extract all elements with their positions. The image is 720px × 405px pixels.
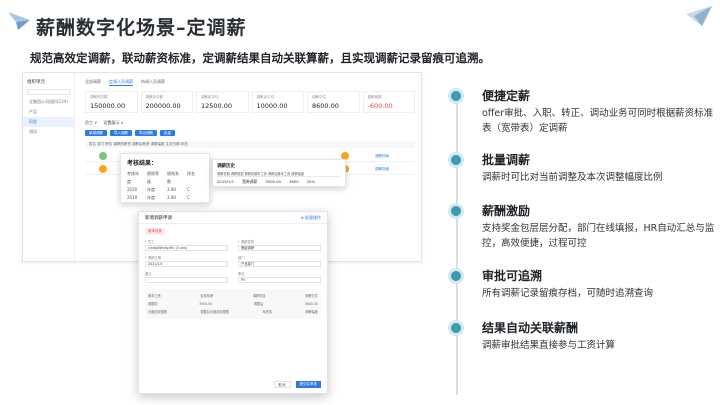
table-header: 姓名 部门 职位 调薪前薪资 调薪后薪资 调整幅度 生效日期 状态: [85, 141, 415, 148]
feature-desc: offer审批、入职、转正、调动业务可同时根据薪资标准表（宽带表）定调薪: [482, 108, 714, 134]
tab-pending[interactable]: 待调人员调薪: [141, 79, 165, 86]
row-link[interactable]: 调薪档案: [375, 167, 389, 172]
kpi-card: 调薪后平均 10000.00: [251, 91, 304, 113]
review-table: 考核年度 绩效等级 绩效系数 排名 2020 年度 3.90 C 2019 年度…: [127, 170, 203, 202]
kpi-card: 调薪中位 8600.00: [307, 91, 360, 113]
import-button[interactable]: 导入调薪: [110, 130, 132, 136]
review-row: 2020 年度 3.90 C: [127, 187, 190, 192]
kpi-card: 调薪差额 -600.00: [362, 91, 415, 113]
kpi-card: 调薪前总额 150000.00: [85, 91, 138, 113]
row-link[interactable]: 调薪档案: [375, 154, 389, 159]
salary-items-table: 基本工资 目标年薪 调薪项目 调薪方式 调整前 3000.00 调整后 3600…: [145, 289, 321, 319]
add-adjust-button[interactable]: 新增调薪: [85, 130, 107, 136]
mock-tabs: 全部调薪 定调人员调薪 待调人员调薪: [85, 79, 165, 86]
sidebar-item-test[interactable]: 测试: [23, 127, 74, 137]
table-row: 基本工资 目标年薪 调薪项目 调薪方式: [148, 294, 318, 298]
feature-title: 批量调薪: [482, 153, 531, 167]
new-adjust-dialog: 新增调薪申请 ⊕ 批量操作 基本信息 * 员工 Linda(Windy.dh) (…: [138, 211, 328, 394]
review-row: 2019 年度 3.90 C: [127, 195, 190, 200]
dialog-title: 新增调薪申请: [145, 216, 172, 221]
employee-field: * 员工 Linda(Windy.dh) (3 ons): [145, 239, 228, 251]
adjust-type-field: * 调薪类型 晋级调薪: [238, 239, 321, 251]
feature-desc: 调薪审批结果直接参与工资计算: [482, 340, 616, 351]
avatar: [99, 152, 107, 160]
batch-button[interactable]: 批量: [160, 130, 175, 136]
display-setting[interactable]: 设置展示 ∨: [103, 120, 123, 126]
kpi-row: 调薪前总额 150000.00 调薪后总额 200000.00 调薪前平均 12500…: [85, 91, 415, 113]
sidebar-item-rd[interactable]: 研发: [23, 117, 74, 127]
table-row: 调整前 3000.00 调整后 3600.00: [148, 302, 318, 306]
filter-line: 员工 ∨ 设置展示 ∨: [85, 120, 123, 126]
feature-desc: 支持奖金包层层分配，部门在线填报，HR自动汇总与监控，高效便捷，过程可控: [482, 223, 715, 249]
tab-all[interactable]: 全部调薪: [85, 79, 101, 86]
action-buttons: 新增调薪 导入调薪 导出调薪 批量: [85, 130, 175, 136]
sidebar-item-product[interactable]: 产品: [23, 107, 74, 117]
employee-filter[interactable]: 员工 ∨: [85, 120, 97, 126]
feature-title: 结果自动关联薪酬: [482, 321, 579, 335]
feature-title: 审批可追溯: [482, 269, 543, 283]
feature-desc: 调薪时可比对当前调整及本次调整幅度比例: [482, 172, 663, 183]
review-result-popup: 考核结果： 考核年度 绩效等级 绩效系数 排名 2020 年度 3.90 C 2…: [120, 153, 210, 203]
adjust-popup-title: 调薪历史: [217, 164, 235, 169]
review-popup-title: 考核结果：: [127, 160, 158, 167]
adjust-date-field: * 调薪日期 2021/1/1: [145, 255, 228, 267]
adjust-popup-row: 2019/1/1 宽带调薪 3000.00 3600 20%: [217, 179, 316, 184]
kpi-card: 调薪后总额 200000.00: [140, 91, 193, 113]
feature-title: 薪酬激励: [482, 204, 531, 218]
feature-title: 便捷定薪: [482, 89, 531, 103]
dialog-body: 基本信息 * 员工 Linda(Windy.dh) (3 ons) * 调薪类型晋…: [145, 228, 321, 319]
timeline-line: [456, 95, 458, 395]
dialog-header: 新增调薪申请 ⊕ 批量操作: [139, 212, 327, 224]
timeline-dot-icon: [448, 203, 464, 219]
remark-field: 备注: [145, 271, 228, 283]
page-title: 薪酬数字化场景–定调薪: [36, 17, 247, 39]
avatar: [99, 165, 107, 173]
paper-plane-logo-icon: [8, 12, 30, 30]
table-row: 月度绩效基数 调整后月度绩效基数 年终奖 调薪幅度: [148, 310, 318, 314]
feature-desc: 所有调薪记录留痕存档，可随时追溯查询: [482, 288, 654, 299]
dialog-form: * 员工 Linda(Windy.dh) (3 ons) * 调薪类型 晋级调薪 *…: [145, 239, 321, 283]
timeline-dot-icon: [448, 320, 464, 336]
dialog-footer: 取消 提交并审批: [273, 381, 321, 388]
tab-fixed[interactable]: 定调人员调薪: [109, 79, 133, 86]
sidebar-item-group[interactable]: 全集团公司组织(234): [23, 97, 74, 107]
submit-approve-button[interactable]: 提交并审批: [295, 381, 321, 388]
timeline-dot-icon: [448, 268, 464, 284]
corner-paper-plane-icon: [686, 6, 712, 26]
cancel-button[interactable]: 取消: [273, 381, 291, 388]
sidebar-search-input[interactable]: [27, 89, 70, 95]
page-subtitle: 规范高效定调薪，联动薪资标准，定调薪结果自动关联算薪，且实现调薪记录留痕可追溯。: [30, 51, 490, 65]
org-sidebar: 组织单元 全集团公司组织(234) 产品 研发 测试: [23, 73, 75, 261]
title-bar: 薪酬数字化场景–定调薪: [6, 8, 326, 40]
department-field: 部门 产品部门: [238, 255, 321, 267]
adjust-history-popup: 调薪历史 调薪日期 调薪类型 调薪前基本工资 调薪后基本工资 调薪幅度 2019…: [212, 159, 346, 187]
review-header-row: 考核年度 绩效等级 绩效系数 排名: [127, 171, 195, 184]
export-button[interactable]: 导出调薪: [135, 130, 157, 136]
timeline-dot-icon: [448, 88, 464, 104]
position-field: 职位 P5: [238, 271, 321, 283]
timeline-dot-icon: [448, 152, 464, 168]
section-tag: 基本信息: [145, 228, 165, 235]
adjust-popup-header: 调薪日期 调薪类型 调薪前基本工资 调薪后基本工资 调薪幅度: [217, 171, 341, 177]
batch-operate-link[interactable]: ⊕ 批量操作: [300, 215, 321, 220]
sidebar-title: 组织单元: [27, 80, 45, 85]
kpi-card: 调薪前平均 12500.00: [196, 91, 249, 113]
